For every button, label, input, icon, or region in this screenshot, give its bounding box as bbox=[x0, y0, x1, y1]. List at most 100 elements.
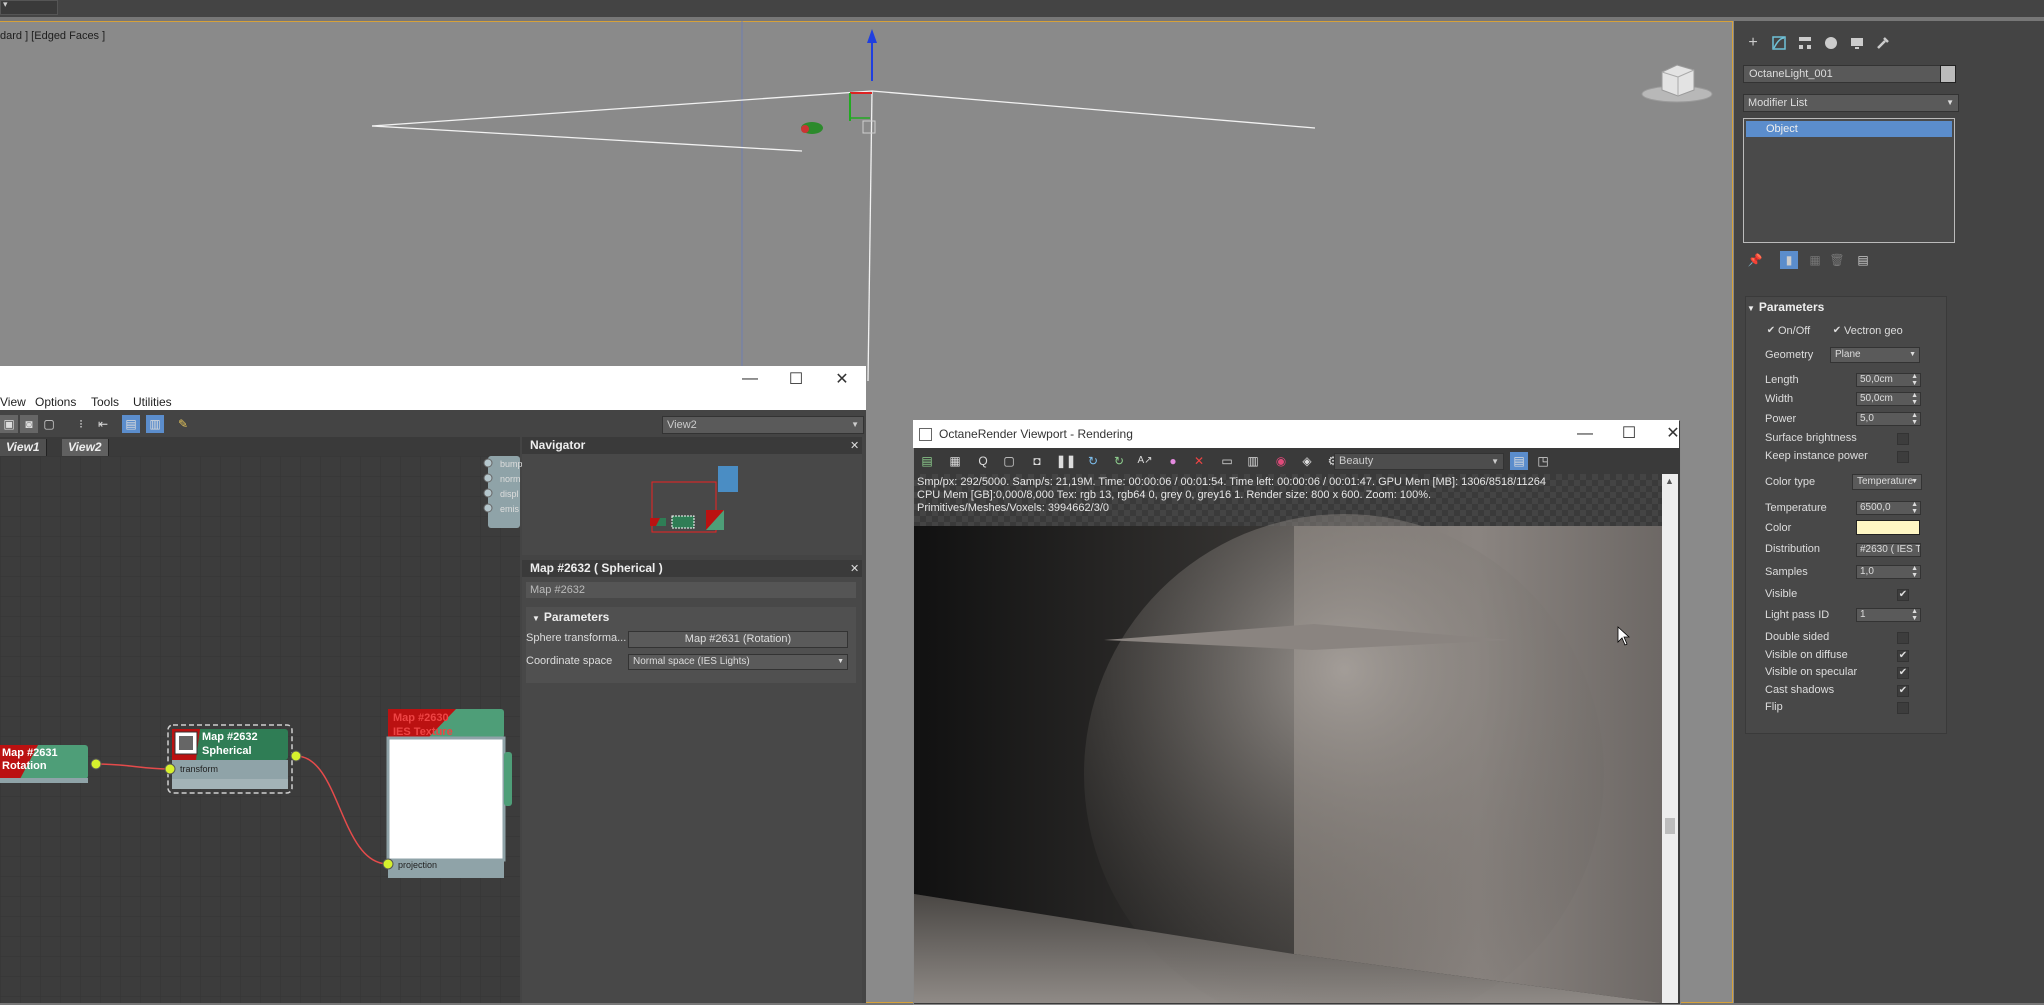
geometry-dropdown[interactable]: Plane ▼ bbox=[1830, 347, 1920, 363]
surface-brightness-checkbox[interactable] bbox=[1897, 433, 1909, 445]
refresh-icon[interactable]: ↻ bbox=[1110, 452, 1128, 470]
node-ies-type[interactable]: IES Texture bbox=[393, 726, 453, 738]
pause-icon[interactable]: ❚❚ bbox=[1056, 452, 1076, 470]
viewcube[interactable] bbox=[1640, 60, 1714, 106]
visible-on-specular-checkbox[interactable]: ✔ bbox=[1897, 667, 1909, 679]
light-pass-id-spinner[interactable]: 1 ▲ ▼ bbox=[1856, 608, 1921, 622]
menu-utilities[interactable]: Utilities bbox=[133, 395, 172, 409]
map-panel-close-icon[interactable]: ✕ bbox=[850, 562, 859, 575]
show-map-icon[interactable]: ▢ bbox=[40, 415, 58, 433]
minimize-button[interactable]: — bbox=[730, 370, 770, 388]
color-picker-icon[interactable]: ● bbox=[1164, 452, 1182, 470]
view-selector-dropdown[interactable]: View2 ▼ bbox=[662, 416, 864, 434]
maximize-button[interactable]: ☐ bbox=[776, 369, 816, 389]
light-color-swatch[interactable] bbox=[1856, 520, 1920, 535]
show-end-result-icon[interactable]: ▮ bbox=[1780, 251, 1798, 269]
object-color-swatch[interactable] bbox=[1940, 65, 1956, 83]
node-spherical-name[interactable]: Map #2632 bbox=[202, 731, 258, 743]
modifier-list-dropdown[interactable]: Modifier List ▼ bbox=[1743, 94, 1959, 112]
object-name-field[interactable]: OctaneLight_001 bbox=[1743, 65, 1943, 83]
navigator-toggle-icon[interactable]: ▤ bbox=[122, 415, 140, 433]
flip-checkbox[interactable] bbox=[1897, 702, 1909, 714]
utilities-tab-icon[interactable] bbox=[1872, 32, 1894, 54]
double-sided-checkbox[interactable] bbox=[1897, 632, 1909, 644]
map-name-field[interactable]: Map #2632 bbox=[526, 582, 856, 598]
region-render-icon[interactable]: ✕ bbox=[1190, 452, 1208, 470]
make-unique-icon[interactable]: ▦ bbox=[1806, 251, 1824, 269]
width-spinner[interactable]: 50,0cm ▲ ▼ bbox=[1856, 392, 1921, 406]
octane-titlebar[interactable]: OctaneRender Viewport - Rendering — ☐ ✕ bbox=[913, 420, 1680, 448]
color-type-dropdown[interactable]: Temperature ▼ bbox=[1852, 474, 1922, 490]
temperature-spinner[interactable]: 6500,0 ▲ ▼ bbox=[1856, 501, 1921, 515]
octane-vertical-scrollbar[interactable]: ▲ bbox=[1662, 474, 1678, 1003]
cast-shadows-checkbox[interactable]: ✔ bbox=[1897, 685, 1909, 697]
menu-view[interactable]: View bbox=[0, 395, 26, 409]
create-tab-icon[interactable]: + bbox=[1742, 32, 1764, 54]
octane-maximize-button[interactable]: ☐ bbox=[1609, 420, 1649, 448]
coordinate-space-dropdown[interactable]: Normal space (IES Lights) ▼ bbox=[628, 654, 848, 670]
restart-icon[interactable]: ↻ bbox=[1084, 452, 1102, 470]
close-button[interactable]: ✕ bbox=[822, 369, 862, 389]
node-rotation-type[interactable]: Rotation bbox=[2, 760, 47, 772]
app-menu-button[interactable]: ▾ bbox=[0, 0, 58, 15]
slate-titlebar[interactable]: — ☐ ✕ bbox=[0, 366, 866, 410]
lock-icon[interactable]: ▢ bbox=[1000, 452, 1018, 470]
layout-icon[interactable]: ⇤ bbox=[94, 415, 112, 433]
menu-options[interactable]: Options bbox=[35, 395, 76, 409]
copy-render-icon[interactable]: ▦ bbox=[946, 452, 964, 470]
port-projection[interactable]: projection bbox=[398, 860, 437, 870]
render-stats-line-2: CPU Mem [GB]:0,000/8,000 Tex: rgb 13, rg… bbox=[917, 489, 1432, 501]
tab-view1[interactable]: View1 bbox=[0, 439, 47, 456]
pivot-box bbox=[862, 120, 876, 134]
menu-tools[interactable]: Tools bbox=[91, 395, 119, 409]
motion-tab-icon[interactable] bbox=[1820, 32, 1842, 54]
scroll-up-icon[interactable]: ▲ bbox=[1665, 476, 1674, 486]
material-browser-icon[interactable]: ✎ bbox=[174, 415, 192, 433]
toggle-info-icon[interactable]: ▤ bbox=[1510, 452, 1528, 470]
length-spinner[interactable]: 50,0cm ▲ ▼ bbox=[1856, 373, 1921, 387]
move-children-icon[interactable]: ⁝ bbox=[72, 415, 90, 433]
navigator-close-icon[interactable]: ✕ bbox=[850, 439, 859, 452]
node-rotation-name[interactable]: Map #2631 bbox=[2, 747, 58, 759]
visible-checkbox[interactable]: ✔ bbox=[1897, 589, 1909, 601]
samples-spinner[interactable]: 1,0 ▲ ▼ bbox=[1856, 565, 1921, 579]
parameter-editor-toggle-icon[interactable]: ▥ bbox=[146, 415, 164, 433]
save-render-icon[interactable]: ▤ bbox=[918, 452, 936, 470]
parameters-rollout-title[interactable]: ▼ Parameters bbox=[1747, 300, 1824, 314]
picker-icon[interactable]: ▥ bbox=[1244, 452, 1262, 470]
display-tab-icon[interactable] bbox=[1846, 32, 1868, 54]
octane-close-button[interactable]: ✕ bbox=[1653, 420, 1693, 448]
material-picker-icon[interactable]: ◉ bbox=[1272, 452, 1290, 470]
film-region-icon[interactable]: ▭ bbox=[1218, 452, 1236, 470]
lock-camera-icon[interactable]: ◘ bbox=[1028, 452, 1046, 470]
camera-icon[interactable]: ◈ bbox=[1298, 452, 1316, 470]
hierarchy-tab-icon[interactable] bbox=[1794, 32, 1816, 54]
pick-material-icon[interactable]: ◙ bbox=[20, 415, 38, 433]
fit-window-icon[interactable]: ◳ bbox=[1534, 452, 1552, 470]
keep-instance-power-checkbox[interactable] bbox=[1897, 451, 1909, 463]
light-plane-edge-back bbox=[371, 90, 1316, 129]
visible-on-diffuse-label: Visible on diffuse bbox=[1765, 649, 1848, 661]
pin-stack-icon[interactable]: 📌 bbox=[1746, 251, 1764, 269]
remove-modifier-icon[interactable]: 🗑 bbox=[1828, 251, 1846, 269]
node-spherical-type[interactable]: Spherical bbox=[202, 745, 252, 757]
tab-view2[interactable]: View2 bbox=[62, 439, 109, 456]
modify-tab-icon[interactable] bbox=[1768, 32, 1790, 54]
map-parameters-title[interactable]: ▼ Parameters bbox=[532, 610, 609, 624]
sphere-transform-map-button[interactable]: Map #2631 (Rotation) bbox=[628, 631, 848, 648]
aa-icon[interactable]: A↗ bbox=[1136, 452, 1154, 470]
scroll-thumb[interactable] bbox=[1665, 818, 1675, 834]
octane-minimize-button[interactable]: — bbox=[1565, 420, 1605, 448]
configure-modifier-sets-icon[interactable]: ▤ bbox=[1854, 251, 1872, 269]
render-pass-dropdown[interactable]: Beauty ▼ bbox=[1334, 453, 1504, 470]
visible-on-diffuse-checkbox[interactable]: ✔ bbox=[1897, 650, 1909, 662]
select-tool-icon[interactable]: ▣ bbox=[0, 415, 18, 433]
power-spinner[interactable]: 5,0 ▲ ▼ bbox=[1856, 412, 1921, 426]
stack-item-object[interactable]: Object bbox=[1746, 121, 1952, 137]
onoff-checkbox[interactable]: ✔ bbox=[1766, 326, 1776, 336]
node-ies-name[interactable]: Map #2630 bbox=[393, 712, 449, 724]
vectron-checkbox[interactable]: ✔ bbox=[1832, 326, 1842, 336]
zoom-icon[interactable]: Q bbox=[974, 452, 992, 470]
port-transform[interactable]: transform bbox=[180, 764, 218, 774]
distribution-map-button[interactable]: #2630 ( IES Text bbox=[1856, 543, 1921, 557]
